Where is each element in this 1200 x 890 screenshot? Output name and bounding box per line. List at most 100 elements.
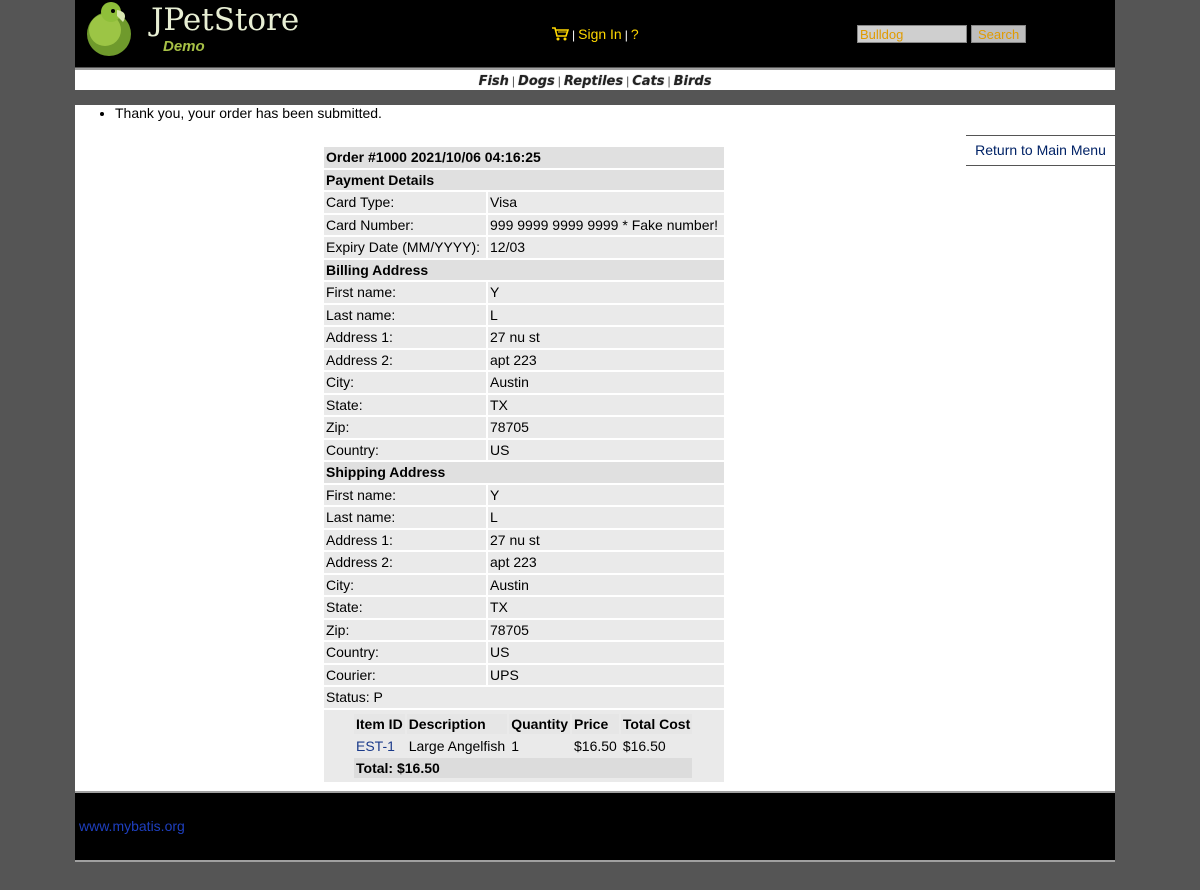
field-label: Address 2: — [324, 552, 486, 573]
search-button[interactable]: Search — [971, 25, 1027, 43]
message-list: Thank you, your order has been submitted… — [100, 105, 382, 122]
quicklink-cats[interactable]: Cats — [632, 74, 664, 89]
table-row: Last name: L — [324, 507, 724, 528]
header: JPetStore Demo |Sign In|? Search — [75, 0, 1115, 67]
table-row: Address 2: apt 223 — [324, 349, 724, 370]
field-value: 78705 — [488, 417, 724, 438]
divider — [75, 90, 1115, 105]
logo-title: JPetStore — [151, 2, 300, 38]
shopping-cart-icon[interactable] — [552, 26, 570, 44]
back-link-container: Return to Main Menu — [966, 135, 1115, 166]
field-value: Austin — [488, 372, 724, 393]
table-row: Country: US — [324, 642, 724, 663]
quicklink-reptiles[interactable]: Reptiles — [564, 74, 623, 89]
table-row: Last name: L — [324, 304, 724, 325]
table-row: Card Type: Visa — [324, 192, 724, 213]
field-value: apt 223 — [488, 552, 724, 573]
table-row: First name: Y — [324, 282, 724, 303]
column-header-description: Description — [406, 713, 508, 734]
table-row: Address 2: apt 223 — [324, 552, 724, 573]
column-header-quantity: Quantity — [509, 713, 570, 734]
field-label: City: — [324, 372, 486, 393]
field-value: Y — [488, 282, 724, 303]
field-label: Last name: — [324, 507, 486, 528]
billing-address-header: Billing Address — [324, 259, 724, 280]
column-header-price: Price — [572, 713, 619, 734]
item-quantity: 1 — [511, 737, 520, 754]
field-value: Visa — [488, 192, 724, 213]
line-items-cell: Item ID Description Quantity Price Total… — [324, 709, 724, 782]
field-label: City: — [324, 574, 486, 595]
table-row: Courier: UPS — [324, 664, 724, 685]
field-value: L — [488, 507, 724, 528]
table-row: Zip: 78705 — [324, 619, 724, 640]
line-items-table: Item ID Description Quantity Price Total… — [352, 712, 694, 780]
field-label: Address 1: — [324, 529, 486, 550]
field-label: Last name: — [324, 304, 486, 325]
order-status: Status: P — [324, 687, 724, 708]
item-description: Large Angelfish — [408, 737, 506, 754]
table-row: Card Number: 999 9999 9999 9999 * Fake nu… — [324, 214, 724, 235]
quicklink-separator: | — [626, 74, 630, 88]
quicklink-dogs[interactable]: Dogs — [518, 74, 555, 89]
table-row: First name: Y — [324, 484, 724, 505]
logo-subtitle: Demo — [163, 38, 205, 55]
field-label: Courier: — [324, 664, 486, 685]
field-label: First name: — [324, 282, 486, 303]
field-value: 12/03 — [488, 237, 724, 258]
field-value: US — [488, 642, 724, 663]
field-value: US — [488, 439, 724, 460]
field-value: Y — [488, 484, 724, 505]
logo[interactable]: JPetStore Demo — [83, 0, 303, 60]
column-header-total-cost: Total Cost — [620, 713, 693, 734]
table-row: Country: US — [324, 439, 724, 460]
table-row: City: Austin — [324, 574, 724, 595]
help-link[interactable]: ? — [631, 26, 639, 42]
quicklink-separator: | — [667, 74, 671, 88]
parrot-logo-icon — [87, 2, 131, 56]
field-value: apt 223 — [488, 349, 724, 370]
table-row: Expiry Date (MM/YYYY): 12/03 — [324, 237, 724, 258]
field-value: 27 nu st — [488, 327, 724, 348]
menu-separator: | — [624, 28, 628, 42]
order-total: Total: $16.50 — [354, 757, 693, 778]
quicklink-fish[interactable]: Fish — [479, 74, 509, 89]
field-label: State: — [324, 597, 486, 618]
item-price: $16.50 — [574, 737, 617, 754]
field-label: Zip: — [324, 619, 486, 640]
menu-content: | Sign In |? — [552, 26, 639, 44]
field-label: Card Type: — [324, 192, 486, 213]
field-label: Zip: — [324, 417, 486, 438]
order-title: Order #1000 2021/10/06 04:16:25 — [324, 147, 724, 168]
table-row: Address 1: 27 nu st — [324, 327, 724, 348]
shipping-address-header: Shipping Address — [324, 462, 724, 483]
quick-links: Fish | Dogs | Reptiles | Cats | Birds — [75, 68, 1115, 90]
field-value: TX — [488, 597, 724, 618]
field-label: Card Number: — [324, 214, 486, 235]
table-row: Address 1: 27 nu st — [324, 529, 724, 550]
field-value: L — [488, 304, 724, 325]
message-item: Thank you, your order has been submitted… — [115, 105, 382, 122]
sign-in-link[interactable]: Sign In — [578, 26, 622, 42]
quicklink-separator: | — [511, 74, 516, 88]
footer: www.mybatis.org — [75, 793, 1115, 860]
divider — [75, 860, 1115, 862]
mybatis-link[interactable]: www.mybatis.org — [79, 818, 185, 834]
field-value: Austin — [488, 574, 724, 595]
field-value: UPS — [488, 664, 724, 685]
menu-separator: | — [572, 28, 576, 42]
field-label: First name: — [324, 484, 486, 505]
table-row: City: Austin — [324, 372, 724, 393]
order-table: Order #1000 2021/10/06 04:16:25 Payment … — [322, 145, 726, 784]
table-row: Zip: 78705 — [324, 417, 724, 438]
table-row: EST-1 Large Angelfish 1 $16.50 $16.50 — [354, 736, 692, 756]
quicklink-birds[interactable]: Birds — [674, 74, 712, 89]
field-value: TX — [488, 394, 724, 415]
search-input[interactable] — [857, 25, 967, 43]
field-label: Country: — [324, 439, 486, 460]
item-id-link[interactable]: EST-1 — [356, 738, 395, 754]
quicklink-separator: | — [557, 74, 561, 88]
search-form: Search — [857, 25, 1027, 43]
return-to-main-menu-link[interactable]: Return to Main Menu — [975, 142, 1106, 158]
item-total-cost: $16.50 — [622, 737, 666, 754]
